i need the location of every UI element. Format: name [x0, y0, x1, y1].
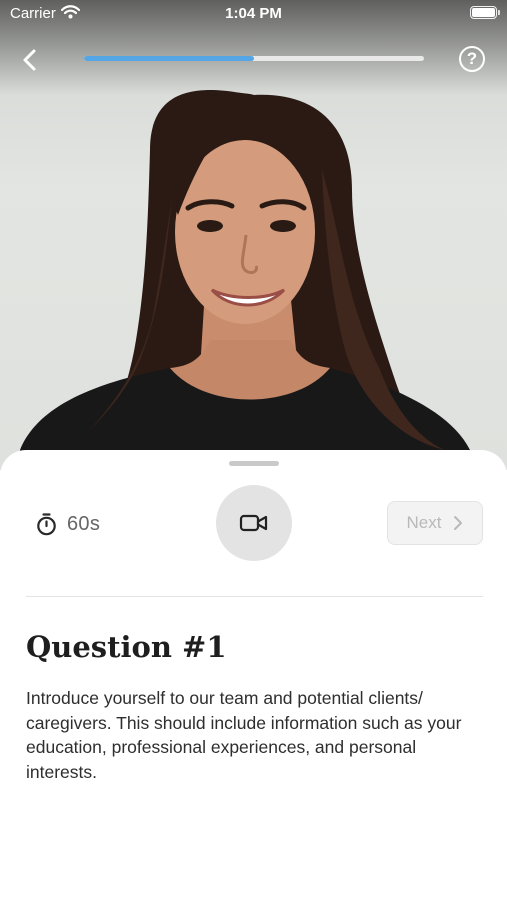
next-button-label: Next	[406, 513, 442, 532]
divider	[26, 596, 483, 597]
status-time: 1:04 PM	[225, 5, 282, 22]
question-progress-bar	[84, 56, 424, 61]
progress-fill	[84, 56, 254, 61]
question-sheet: 60s Next Question #1 Introduce yourself …	[0, 450, 507, 900]
next-button[interactable]: Next	[387, 501, 483, 545]
timer: 60s	[36, 511, 100, 537]
record-video-button[interactable]	[216, 485, 292, 561]
chevron-right-icon	[454, 516, 463, 530]
back-button[interactable]	[14, 44, 46, 76]
sheet-grabber[interactable]	[229, 461, 279, 466]
question-body: Introduce yourself to our team and poten…	[26, 688, 462, 782]
stopwatch-icon	[37, 512, 56, 535]
chevron-left-icon	[23, 49, 36, 71]
battery-icon	[470, 6, 500, 19]
help-button[interactable]: ?	[459, 46, 485, 72]
question-title: Question #1	[26, 630, 227, 664]
status-bar: Carrier 1:04 PM	[0, 0, 507, 28]
video-camera-icon	[239, 514, 268, 532]
timer-label: 60s	[67, 512, 101, 535]
